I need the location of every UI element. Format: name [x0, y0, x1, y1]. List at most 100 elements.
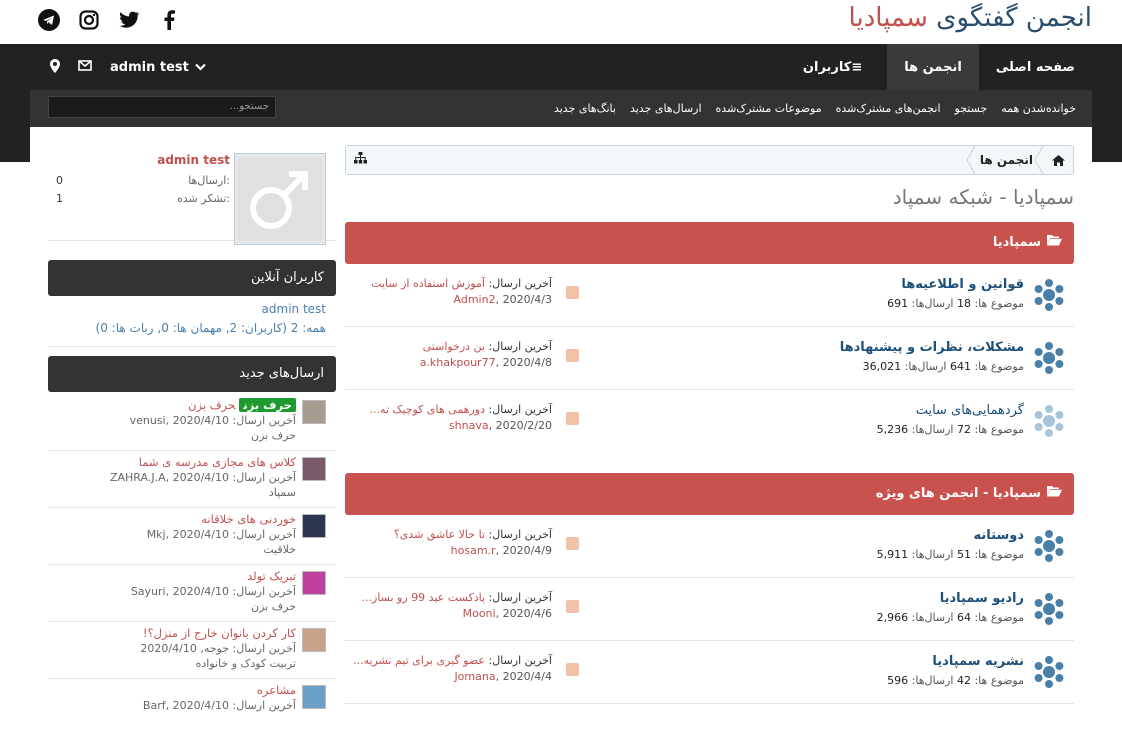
forum-row[interactable]: دوستانه موضوع ها: 51 ارسال‌ها: 5,911 آخر…: [345, 515, 1074, 578]
tab-users[interactable]: کاربران ≡: [786, 44, 887, 90]
topics-count: 72: [956, 423, 971, 436]
last-post-label: آخرین ارسال:: [488, 340, 553, 353]
profile-thanks-label: تشکر شده:: [177, 192, 230, 205]
last-post-title[interactable]: تا حالا عاشق شدی؟: [394, 528, 485, 541]
rss-icon[interactable]: [566, 349, 579, 362]
forum-snowflake-icon: [1034, 342, 1064, 374]
envelope-icon[interactable]: [78, 60, 92, 74]
profile-posts-label: ارسال‌ها:: [188, 174, 230, 187]
last-post-title[interactable]: بن درخواستی: [423, 340, 485, 353]
post-title[interactable]: کلاس های مجازی مدرسه ی شما: [139, 455, 296, 469]
profile-name[interactable]: admin test: [157, 153, 230, 167]
subnav-new-notifications[interactable]: بانگ‌های جدید: [554, 102, 616, 115]
category-header[interactable]: سمپادیا - انجمن های ویژه: [345, 473, 1074, 515]
forum-row[interactable]: گردهمایی‌های سایت موضوع ها: 72 ارسال‌ها:…: [345, 390, 1074, 453]
facebook-icon[interactable]: [158, 9, 180, 31]
telegram-icon[interactable]: [38, 9, 60, 31]
rss-icon[interactable]: [566, 537, 579, 550]
forum-name[interactable]: نشریه سمپادیا: [932, 654, 1024, 669]
forum-row[interactable]: قوانین و اطلاعیه‌ها موضوع ها: 18 ارسال‌ه…: [345, 264, 1074, 327]
list-item[interactable]: حرف بزن حرف بزن آخرین ارسال: venusi, 2020…: [48, 394, 336, 451]
rss-icon[interactable]: [566, 286, 579, 299]
post-title[interactable]: خوردنی های خلاقانه: [201, 512, 296, 526]
site-title[interactable]: انجمن گفتگوی سمپادیا: [849, 3, 1092, 33]
posts-label: ارسال‌ها:: [904, 360, 947, 373]
posts-label: ارسال‌ها:: [911, 297, 954, 310]
forum-name[interactable]: دوستانه: [974, 528, 1025, 543]
list-item[interactable]: خوردنی های خلاقانه آخرین ارسال: Mkj, 202…: [48, 508, 336, 565]
instagram-icon[interactable]: [78, 9, 100, 31]
last-post-user[interactable]: Jomana: [454, 670, 495, 683]
last-post-title[interactable]: عضو گیری برای تیم نشریه...: [353, 654, 485, 667]
post-title[interactable]: مشاعره: [257, 683, 296, 697]
list-item[interactable]: مشاعره آخرین ارسال: Barf, 2020/4/10: [48, 679, 336, 736]
tab-home[interactable]: صفحه اصلی: [979, 44, 1092, 90]
online-summary: همه: 2 (کاربران: 2, مهمان ها: 0, ربات ها…: [95, 321, 326, 335]
last-post-title[interactable]: آموزش استفاده از سایت: [371, 277, 485, 290]
user-profile-card: admin test ارسال‌ها: 0 تشکر شده: 1: [48, 143, 336, 245]
post-meta: آخرین ارسال: Mkj, 2020/4/10: [146, 528, 296, 541]
list-item[interactable]: کار کردن بانوان خارج از منزل؟! آخرین ارس…: [48, 622, 336, 679]
topics-label: موضوع ها:: [974, 611, 1024, 624]
last-post-user[interactable]: shnava: [449, 419, 489, 432]
rss-icon[interactable]: [566, 412, 579, 425]
last-post-user[interactable]: a.khakpour77: [420, 356, 496, 369]
last-post-date: 2020/4/6: [502, 607, 552, 620]
subnav-subscribed-topics[interactable]: موضوعات مشترک‌شده: [716, 102, 822, 115]
last-post-label: آخرین ارسال:: [488, 591, 553, 604]
nav-user-area: admin test: [50, 44, 206, 90]
posts-count: 2,966: [876, 611, 909, 624]
rss-icon[interactable]: [566, 600, 579, 613]
post-title[interactable]: تبریک تولد: [247, 569, 296, 583]
forum-name[interactable]: قوانین و اطلاعیه‌ها: [901, 277, 1024, 292]
last-post-label: آخرین ارسال:: [488, 654, 553, 667]
subnav-mark-read[interactable]: خواندەشدن همه: [1001, 102, 1076, 115]
last-post-user[interactable]: hosam.r: [451, 544, 496, 557]
forum-row[interactable]: مشکلات، نظرات و پیشنهادها موضوع ها: 641 …: [345, 327, 1074, 390]
last-post-label: آخرین ارسال:: [488, 403, 553, 416]
forum-name[interactable]: گردهمایی‌های سایت: [916, 403, 1024, 418]
search-input[interactable]: جستجو...: [48, 96, 276, 118]
post-title[interactable]: حرف بزن: [188, 398, 235, 412]
post-title[interactable]: کار کردن بانوان خارج از منزل؟!: [143, 626, 296, 640]
rss-icon[interactable]: [566, 663, 579, 676]
tab-forums[interactable]: انجمن ها: [887, 44, 979, 90]
social-links: [38, 9, 180, 31]
forum-row[interactable]: رادیو سمپادیا موضوع ها: 64 ارسال‌ها: 2,9…: [345, 578, 1074, 641]
subnav-subscribed-forums[interactable]: انجمن‌های مشترک‌شده: [836, 102, 941, 115]
category-title: سمپادیا: [992, 235, 1041, 250]
last-post-user[interactable]: Admin2: [454, 293, 496, 306]
topics-label: موضوع ها:: [974, 360, 1024, 373]
top-header: انجمن گفتگوی سمپادیا: [0, 0, 1122, 44]
posts-label: ارسال‌ها:: [911, 611, 954, 624]
topics-count: 64: [956, 611, 971, 624]
user-menu-label: admin test: [110, 59, 189, 75]
forum-name[interactable]: مشکلات، نظرات و پیشنهادها: [840, 340, 1024, 355]
list-item[interactable]: کلاس های مجازی مدرسه ی شما آخرین ارسال: …: [48, 451, 336, 508]
sitemap-icon[interactable]: [354, 152, 367, 167]
forum-snowflake-icon: [1034, 405, 1064, 437]
forum-stats: موضوع ها: 641 ارسال‌ها: 36,021: [863, 360, 1024, 373]
last-post-title[interactable]: دورهمی های کوچیک ته...: [370, 403, 485, 416]
category-header[interactable]: سمپادیا: [345, 222, 1074, 264]
last-post-label: آخرین ارسال:: [488, 277, 553, 290]
posts-count: 5,911: [876, 548, 909, 561]
last-post-user[interactable]: Mooni: [463, 607, 496, 620]
tab-users-label: کاربران: [802, 59, 852, 75]
home-icon[interactable]: [1043, 146, 1073, 174]
avatar[interactable]: [234, 153, 326, 245]
page-content: انجمن ها سمپادیا - شبکه سمپاد سمپادیا قو…: [30, 127, 1092, 712]
forum-snowflake-icon: [1034, 279, 1064, 311]
online-user-link[interactable]: admin test: [262, 302, 326, 316]
breadcrumb-forums[interactable]: انجمن ها: [980, 146, 1033, 174]
post-meta: آخرین ارسال: ZAHRA.J.A, 2020/4/10: [109, 471, 296, 484]
forum-name[interactable]: رادیو سمپادیا: [940, 591, 1024, 606]
subnav-new-posts[interactable]: ارسال‌های جدید: [630, 102, 702, 115]
subnav-search[interactable]: جستجو: [955, 102, 988, 115]
twitter-icon[interactable]: [118, 9, 140, 31]
user-menu[interactable]: admin test: [110, 60, 206, 75]
location-icon[interactable]: [50, 58, 60, 76]
last-post-title[interactable]: پادکست عید 99 رو بساز...: [362, 591, 485, 604]
list-item[interactable]: تبریک تولد آخرین ارسال: Sayuri, 2020/4/1…: [48, 565, 336, 622]
forum-row[interactable]: نشریه سمپادیا موضوع ها: 42 ارسال‌ها: 596…: [345, 641, 1074, 704]
